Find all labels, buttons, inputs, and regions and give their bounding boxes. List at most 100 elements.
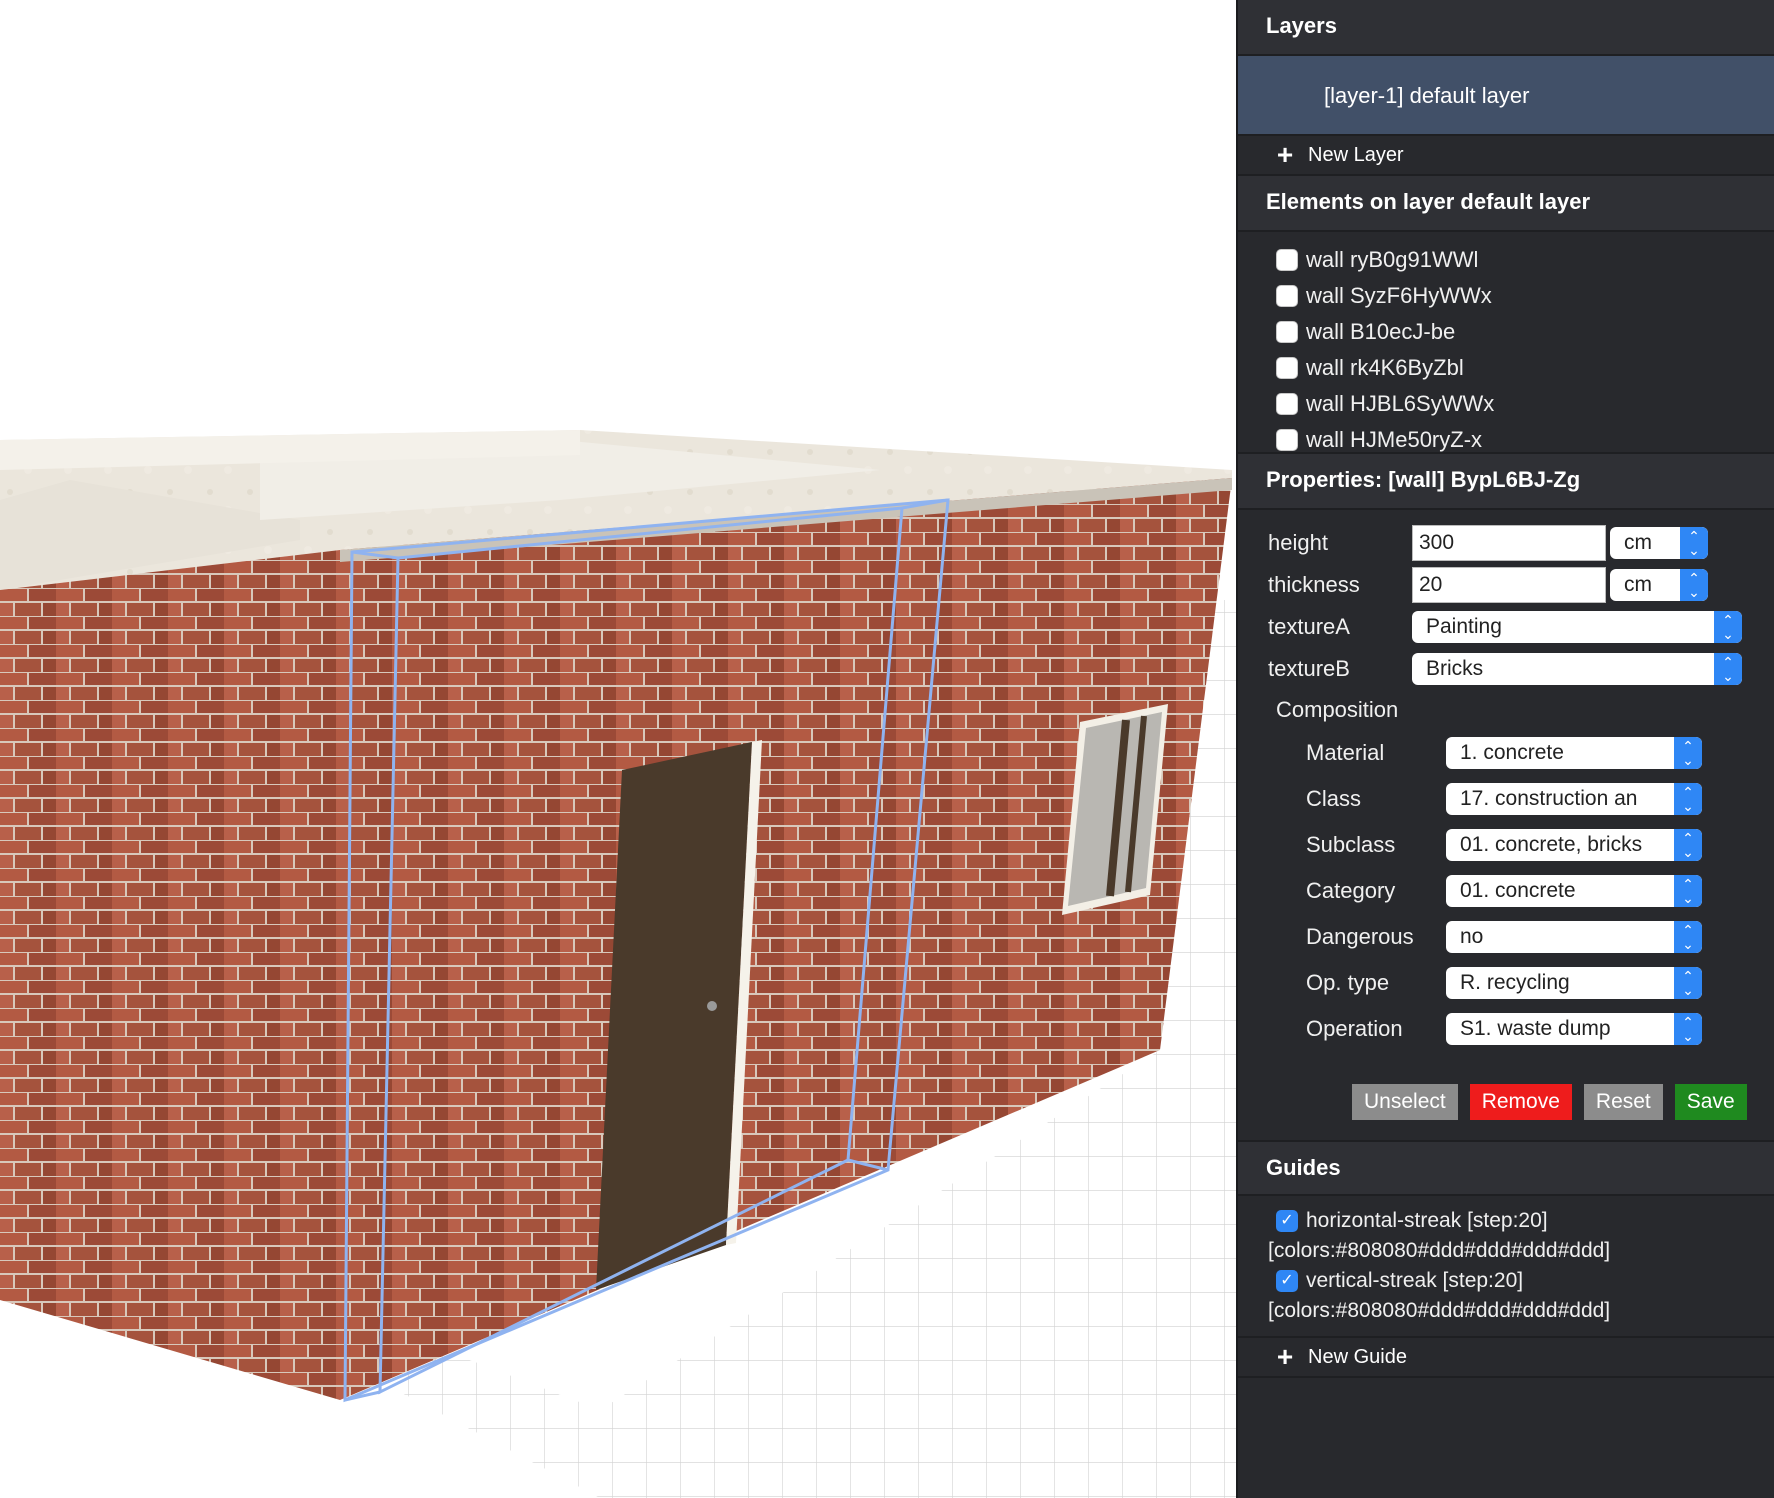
list-item[interactable]: wall HJBL6SyWWx xyxy=(1276,386,1774,422)
height-unit-select[interactable]: cm ⌃ ⌄ xyxy=(1610,527,1708,559)
updown-arrows-icon: ⌃ ⌄ xyxy=(1674,875,1702,907)
updown-arrows-icon: ⌃ ⌄ xyxy=(1674,1013,1702,1045)
updown-arrows-icon: ⌃ ⌄ xyxy=(1674,921,1702,953)
subclass-value: 01. concrete, bricks xyxy=(1460,833,1643,856)
guide-colors: [colors:#808080#ddd#ddd#ddd#ddd] xyxy=(1268,1239,1611,1262)
guide-checkbox[interactable]: ✓ xyxy=(1276,1270,1298,1292)
element-label: wall rk4K6ByZbl xyxy=(1306,355,1464,380)
list-item[interactable]: wall SyzF6HyWWx xyxy=(1276,278,1774,314)
plus-icon: + xyxy=(1276,139,1294,170)
operation-value: S1. waste dump xyxy=(1460,1017,1611,1040)
element-label: wall SyzF6HyWWx xyxy=(1306,283,1492,308)
sidebar: Layers [layer-1] default layer + New Lay… xyxy=(1236,0,1774,1498)
height-unit-value: cm xyxy=(1624,531,1652,554)
height-label: height xyxy=(1268,530,1328,555)
guide-checkbox[interactable]: ✓ xyxy=(1276,1210,1298,1232)
material-label: Material xyxy=(1306,740,1385,765)
guide-name: horizontal-streak [step:20] xyxy=(1306,1209,1548,1232)
material-value: 1. concrete xyxy=(1460,741,1564,764)
composition-row-subclass: Subclass 01. concrete, bricks ⌃ ⌄ xyxy=(1268,822,1774,868)
updown-arrows-icon: ⌃ ⌄ xyxy=(1674,783,1702,815)
operation-select[interactable]: S1. waste dump ⌃ ⌄ xyxy=(1446,1013,1702,1045)
reset-button[interactable]: Reset xyxy=(1583,1084,1663,1120)
optype-value: R. recycling xyxy=(1460,971,1570,994)
3d-viewport[interactable] xyxy=(0,0,1236,1498)
dangerous-select[interactable]: no ⌃ ⌄ xyxy=(1446,921,1702,953)
optype-label: Op. type xyxy=(1306,970,1390,995)
material-select[interactable]: 1. concrete ⌃ ⌄ xyxy=(1446,737,1702,769)
thickness-unit-select[interactable]: cm ⌃ ⌄ xyxy=(1610,569,1708,601)
guides-list: ✓ horizontal-streak [step:20] [colors:#8… xyxy=(1238,1196,1774,1338)
subclass-select[interactable]: 01. concrete, bricks ⌃ ⌄ xyxy=(1446,829,1702,861)
element-label: wall HJMe50ryZ-x xyxy=(1306,427,1483,452)
textureB-select[interactable]: Bricks ⌃ ⌄ xyxy=(1412,653,1742,685)
updown-arrows-icon: ⌃ ⌄ xyxy=(1680,569,1708,601)
updown-arrows-icon: ⌃ ⌄ xyxy=(1714,611,1742,643)
composition-title: Composition xyxy=(1276,697,1399,722)
updown-arrows-icon: ⌃ ⌄ xyxy=(1680,527,1708,559)
list-item[interactable]: wall ryB0g91WWl xyxy=(1276,242,1774,278)
new-layer-label: New Layer xyxy=(1308,144,1404,166)
new-guide-label: New Guide xyxy=(1308,1346,1407,1368)
element-checkbox[interactable] xyxy=(1276,249,1298,271)
composition-row-class: Class 17. construction an ⌃ ⌄ xyxy=(1268,776,1774,822)
element-checkbox[interactable] xyxy=(1276,357,1298,379)
elements-header: Elements on layer default layer xyxy=(1238,176,1774,232)
updown-arrows-icon: ⌃ ⌄ xyxy=(1714,653,1742,685)
new-layer-button[interactable]: + New Layer xyxy=(1238,136,1774,176)
element-label: wall ryB0g91WWl xyxy=(1306,247,1479,272)
operation-label: Operation xyxy=(1306,1016,1403,1041)
new-guide-button[interactable]: + New Guide xyxy=(1238,1338,1774,1378)
textureB-row: textureB Bricks ⌃ ⌄ xyxy=(1268,648,1774,690)
elements-list[interactable]: wall ryB0g91WWl wall SyzF6HyWWx wall B10… xyxy=(1238,232,1774,454)
textureA-label: textureA xyxy=(1268,614,1350,639)
brick-wall-left[interactable] xyxy=(0,550,340,1400)
guide-colors: [colors:#808080#ddd#ddd#ddd#ddd] xyxy=(1268,1299,1611,1322)
updown-arrows-icon: ⌃ ⌄ xyxy=(1674,967,1702,999)
remove-button[interactable]: Remove xyxy=(1469,1084,1572,1120)
textureA-select[interactable]: Painting ⌃ ⌄ xyxy=(1412,611,1742,643)
properties-panel: height 300 cm ⌃ ⌄ thickness 20 cm ⌃ ⌄ text… xyxy=(1238,510,1774,1120)
category-value: 01. concrete xyxy=(1460,879,1576,902)
door[interactable] xyxy=(596,740,762,1290)
element-checkbox[interactable] xyxy=(1276,321,1298,343)
category-select[interactable]: 01. concrete ⌃ ⌄ xyxy=(1446,875,1702,907)
updown-arrows-icon: ⌃ ⌄ xyxy=(1674,737,1702,769)
list-item[interactable]: wall HJMe50ryZ-x xyxy=(1276,422,1774,452)
optype-select[interactable]: R. recycling ⌃ ⌄ xyxy=(1446,967,1702,999)
element-checkbox[interactable] xyxy=(1276,285,1298,307)
textureA-row: textureA Painting ⌃ ⌄ xyxy=(1268,606,1774,648)
textureB-label: textureB xyxy=(1268,656,1350,681)
scene-canvas[interactable] xyxy=(0,0,1236,1498)
class-label: Class xyxy=(1306,786,1362,811)
dangerous-value: no xyxy=(1460,925,1484,948)
height-row: height 300 cm ⌃ ⌄ xyxy=(1268,522,1774,564)
class-select[interactable]: 17. construction an ⌃ ⌄ xyxy=(1446,783,1702,815)
textureA-value: Painting xyxy=(1426,615,1502,638)
element-checkbox[interactable] xyxy=(1276,393,1298,415)
properties-header: Properties: [wall] BypL6BJ-Zg xyxy=(1238,454,1774,510)
layer-item-default[interactable]: [layer-1] default layer xyxy=(1238,56,1774,136)
guide-item[interactable]: ✓ vertical-streak [step:20] [colors:#808… xyxy=(1268,1266,1774,1326)
layers-header: Layers xyxy=(1238,0,1774,56)
composition-row-operation: Operation S1. waste dump ⌃ ⌄ xyxy=(1268,1006,1774,1052)
height-input[interactable]: 300 xyxy=(1412,525,1606,561)
plus-icon: + xyxy=(1276,1341,1294,1372)
unselect-button[interactable]: Unselect xyxy=(1352,1084,1458,1120)
save-button[interactable]: Save xyxy=(1674,1084,1747,1120)
list-item[interactable]: wall rk4K6ByZbl xyxy=(1276,350,1774,386)
element-checkbox[interactable] xyxy=(1276,429,1298,451)
class-value: 17. construction an xyxy=(1460,787,1638,810)
category-label: Category xyxy=(1306,878,1396,903)
thickness-unit-value: cm xyxy=(1624,573,1652,596)
dangerous-label: Dangerous xyxy=(1306,924,1414,949)
composition-row-dangerous: Dangerous no ⌃ ⌄ xyxy=(1268,914,1774,960)
thickness-input[interactable]: 20 xyxy=(1412,567,1606,603)
guide-item[interactable]: ✓ horizontal-streak [step:20] [colors:#8… xyxy=(1268,1206,1774,1266)
guide-name: vertical-streak [step:20] xyxy=(1306,1269,1524,1292)
composition-row-optype: Op. type R. recycling ⌃ ⌄ xyxy=(1268,960,1774,1006)
guides-header: Guides xyxy=(1238,1140,1774,1196)
updown-arrows-icon: ⌃ ⌄ xyxy=(1674,829,1702,861)
properties-buttons: Unselect Remove Reset Save xyxy=(1352,1084,1774,1120)
list-item[interactable]: wall B10ecJ-be xyxy=(1276,314,1774,350)
